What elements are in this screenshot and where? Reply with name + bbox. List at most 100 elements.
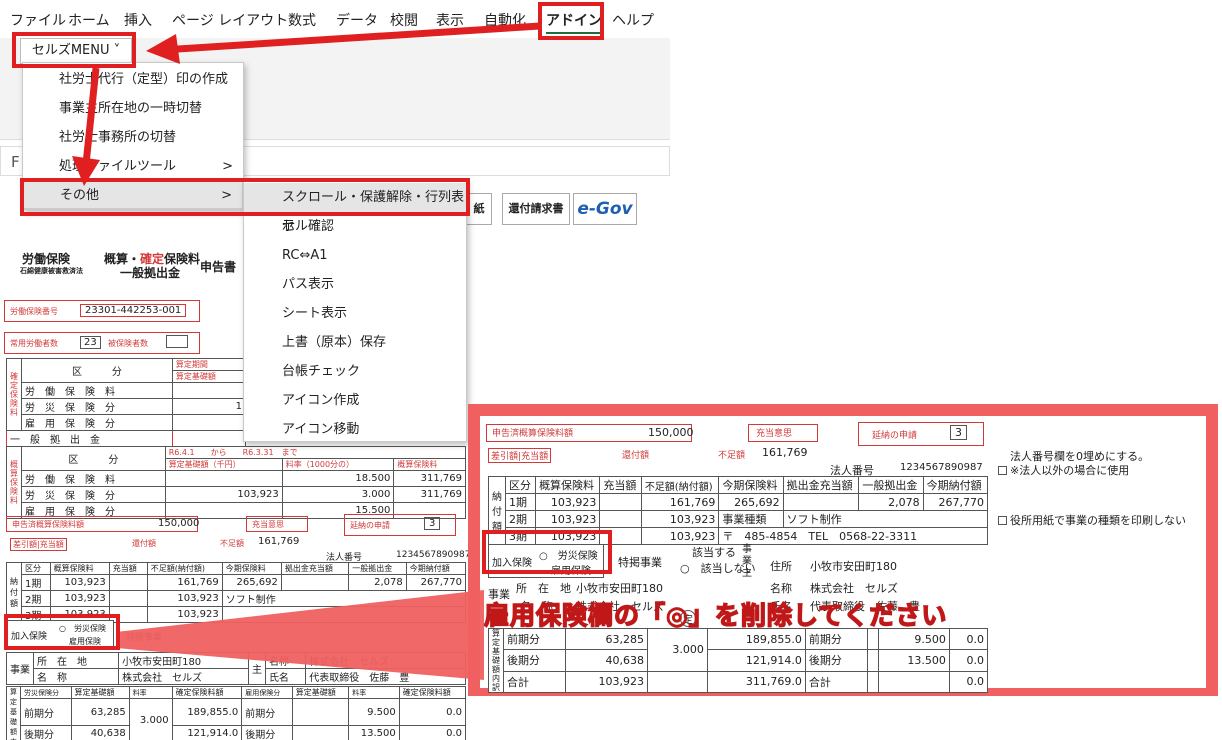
table-row: 1期 103,923 161,769 265,692 2,078 267,770	[7, 574, 467, 591]
base-header: 算定基礎額	[171, 370, 247, 383]
submenu-item-cell-check[interactable]: セル確認	[244, 212, 466, 241]
tab-data[interactable]: データ	[336, 10, 378, 30]
menu-item-other[interactable]: その他 >	[23, 180, 243, 209]
zoom-extension-label: 延納の申請	[872, 431, 918, 441]
deduct-label: 差引額|充当額	[10, 538, 67, 551]
row-employment: 雇 用 保 険 分	[21, 414, 173, 431]
row-labor: 労 働 保 険 料	[21, 382, 173, 399]
period-header: 算定期間	[171, 358, 247, 371]
special-label: 特掲事業	[126, 633, 163, 643]
tab-insert[interactable]: 挿入	[124, 10, 152, 30]
table-row: 後期分 40,638 121,914.0 後期分 13.500 0.0	[489, 649, 989, 672]
kubun-header-2: 区 分	[21, 446, 166, 471]
submenu-item-icon-create[interactable]: アイコン作成	[244, 386, 466, 415]
name-box-fragment: F	[11, 153, 20, 171]
table-row: 前期分 63,285 3.000 189,855.0 前期分 9.500 0.0	[7, 698, 467, 740]
form-subtitle-asbestos: 石綿健康被害救済法	[20, 267, 83, 275]
zoom-owner-name-label: 名称	[770, 582, 792, 595]
one-digit: 1	[171, 398, 247, 415]
zoom-special-label: 特掲事業	[618, 556, 662, 569]
estimated-side-label: 概算保険料	[6, 446, 22, 519]
period-range: R6.4.1 から R6.3.31 まで	[164, 446, 467, 459]
business-table: 事業所 在 地小牧市安田町180 主名称 株式会社 セルズ 名 称株式会社 セルズ氏…	[6, 652, 466, 685]
extension-label: 延納の申請	[350, 521, 390, 530]
zoom-addr: 小牧市安田町180	[576, 582, 663, 595]
submenu-item-rc-a1[interactable]: RC⇔A1	[244, 241, 466, 270]
base-header-2: 算定基礎額（千円）	[164, 458, 283, 471]
tab-formulas[interactable]: 数式	[288, 10, 316, 30]
zoom-callout-panel: 申告済概算保険料額 150,000 充当意思 延納の申請 3 差引額|充当額 還…	[468, 404, 1218, 696]
form-title-declaration: 申告書	[200, 260, 237, 274]
table-row: 2期 103,923 103,923 ソフト制作	[7, 590, 467, 607]
zoom-appropriation-label: 充当意思	[756, 429, 793, 439]
table-row: 後期分 40,638 121,914.0 後期分 13.500 0.0	[7, 725, 467, 740]
join-insurance-cell: 加入保険 ○ 労災保険 雇用保険	[6, 620, 114, 650]
zoom-extension-value[interactable]: 3	[950, 425, 967, 440]
egov-button[interactable]: e-Gov	[573, 193, 637, 225]
cells-menu-button[interactable]: セルズMENU ˅	[20, 38, 132, 64]
tab-automate[interactable]: 自動化	[484, 10, 526, 30]
tab-review[interactable]: 校閲	[390, 10, 418, 30]
row-workers-comp: 労 災 保 険 分	[21, 398, 173, 415]
tab-help[interactable]: ヘルプ	[612, 10, 654, 30]
form-title-labor-insurance: 労働保険	[22, 252, 71, 266]
table-row: 1期 103,923 161,769 265,692 2,078 267,770	[489, 493, 989, 511]
zoom-corp-no-value: 1234567890987	[900, 462, 983, 473]
submenu-item-icon-move[interactable]: アイコン移動	[244, 415, 466, 444]
shortage-value: 161,769	[258, 536, 300, 547]
table-row: 2期 103,923 103,923 事業種類 ソフト制作	[489, 510, 989, 528]
zoom-deduct-label: 差引額|充当額	[488, 448, 552, 463]
insured-value[interactable]	[166, 335, 188, 348]
instruction-callout: 雇用保険欄の「◎」を削除してください	[483, 600, 948, 631]
rate-header: 料率（1000分の）	[281, 458, 395, 471]
submenu-item-scroll-unprotect[interactable]: スクロール・保護解除・行列表示	[244, 183, 466, 234]
est-row-labor: 労 働 保 険 料	[21, 470, 166, 487]
tab-file[interactable]: ファイル	[10, 10, 66, 30]
tab-view[interactable]: 表示	[436, 10, 464, 30]
table-row: 合計 103,923 311,769.0 合計 0.0	[489, 670, 989, 694]
menu-item-office-switch[interactable]: 社労士事務所の切替	[23, 123, 243, 152]
workers-value[interactable]: 23	[80, 336, 101, 349]
zoom-note-no-print[interactable]: 役所用紙で事業の種類を印刷しない	[998, 512, 1186, 528]
confirmed-premium-table: 確定保険料区 分算定期間 算定基礎額 労 働 保 険 料 労 災 保 険 分1 …	[6, 358, 247, 447]
zoom-applicable[interactable]: 該当する	[692, 544, 736, 560]
zoom-payment-table: 納付額 区分 概算保険料 充当額 不足額(納付額) 今期保険料 拠出金充当額 一般拠出金 今期…	[488, 476, 989, 545]
amount-header: 概算保険料	[393, 458, 466, 471]
estimated-premium-table: 概算保険料区 分 R6.4.1 から R6.3.31 まで 算定基礎額（千円） 料率…	[6, 446, 467, 519]
zoom-breakdown-table: 算定基礎額内訳 前期分 63,285 3.000 189,855.0 前期分 9.500 0.…	[488, 627, 989, 694]
zoom-owner-side: 事業主	[742, 544, 752, 579]
zoom-declared-label: 申告済概算保険料額	[492, 429, 574, 439]
refund-request-button[interactable]: 還付請求書	[502, 193, 570, 225]
menu-item-address-switch[interactable]: 事業主所在地の一時切替	[23, 94, 243, 123]
corp-no-value: 1234567890987	[396, 550, 471, 560]
insurance-number-value[interactable]: 23301-442253-001	[80, 304, 187, 317]
submenu-item-sheet-show[interactable]: シート表示	[244, 299, 466, 328]
zoom-content: 申告済概算保険料額 150,000 充当意思 延納の申請 3 差引額|充当額 還…	[480, 416, 1206, 694]
checkbox-icon[interactable]	[998, 466, 1007, 475]
payment-table: 納付額 区分 概算保険料 充当額 不足額(納付額) 今期保険料 拠出金充当額 一般拠出金 今期…	[6, 562, 467, 623]
extension-value[interactable]: 3	[424, 517, 441, 530]
zoom-owner-addr-label: 住所	[770, 560, 792, 573]
tab-addins[interactable]: アドイン	[546, 10, 602, 34]
menu-item-file-tools[interactable]: 処理ファイルツール >	[23, 152, 243, 181]
zoom-join-insurance-cell: 加入保険 ○ 労災保険 雇用保険	[488, 544, 604, 578]
submenu-item-overwrite-save[interactable]: 上書（原本）保存	[244, 328, 466, 357]
table-row: 3期 103,923 103,923 〒 485-4854 TEL 0568-22-3…	[489, 527, 988, 545]
declared-label: 申告済概算保険料額	[12, 520, 84, 529]
print-form-button[interactable]: 紙	[466, 193, 492, 225]
chevron-right-icon: >	[222, 159, 233, 174]
breakdown-table: 算定基礎額内訳労災保険分算定基礎額料率確定保険料額雇用保険分算定基礎額料率確定保…	[6, 686, 467, 740]
submenu-item-ledger-check[interactable]: 台帳チェック	[244, 357, 466, 386]
submenu-item-path[interactable]: パス表示	[244, 270, 466, 299]
menu-item-seal[interactable]: 社労士代行（定型）印の作成	[23, 65, 243, 94]
zoom-addr-label: 所 在 地	[516, 582, 571, 595]
tab-page-layout[interactable]: ページ レイアウト	[172, 10, 288, 30]
zoom-note-non-corp[interactable]: ※法人以外の場合に使用	[998, 462, 1129, 478]
zoom-owner-name: 株式会社 セルズ	[810, 582, 898, 595]
tab-home[interactable]: ホーム	[68, 10, 110, 30]
zoom-declared-value: 150,000	[648, 426, 694, 439]
checkbox-icon[interactable]	[998, 516, 1007, 525]
zoom-shortage-label: 不足額	[718, 451, 746, 461]
zoom-refund-label: 還付額	[622, 451, 650, 461]
declared-value: 150,000	[158, 518, 200, 529]
